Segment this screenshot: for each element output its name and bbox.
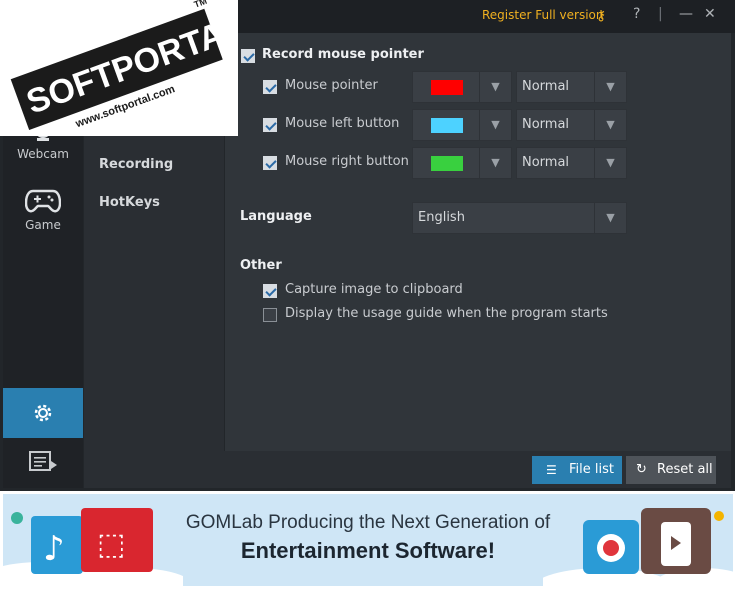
key-icon[interactable]: ⚷ — [596, 8, 606, 24]
softportal-logo: SOFTPORTAL www.softportal.com TM — [0, 0, 249, 136]
reset-all-button[interactable]: ↻ Reset all — [626, 456, 716, 484]
sidebar-item-label: Game — [25, 218, 61, 232]
select-value: Normal — [522, 155, 570, 170]
mouse-right-button-color-select[interactable]: ▼ — [412, 147, 512, 179]
mouse-left-button-size-select[interactable]: Normal ▼ — [516, 109, 627, 141]
mouse-right-button-label: Mouse right button — [285, 154, 409, 169]
minimize-button[interactable]: — — [679, 6, 693, 22]
select-value: Normal — [522, 117, 570, 132]
banner-left-art: ♪ ⬚ — [3, 494, 193, 586]
softportal-watermark: SOFTPORTAL www.softportal.com TM — [0, 0, 249, 136]
usage-guide-label: Display the usage guide when the program… — [285, 306, 608, 321]
promo-banner[interactable]: ♪ ⬚ GOMLab Producing the Next Generation… — [3, 494, 733, 586]
language-select[interactable]: English ▼ — [412, 202, 627, 234]
nav-item-recording[interactable]: Recording — [99, 157, 173, 172]
chevron-down-icon: ▼ — [594, 110, 626, 140]
separator: | — [658, 6, 663, 22]
list-icon: ☰ — [546, 463, 557, 477]
chevron-down-icon: ▼ — [594, 72, 626, 102]
sidebar-item-game[interactable]: Game — [3, 188, 83, 232]
settings-content: Record mouse pointer Mouse pointer ▼ Nor… — [225, 33, 731, 451]
other-label: Other — [240, 258, 282, 273]
record-mouse-pointer-label: Record mouse pointer — [262, 47, 424, 62]
mouse-right-button-size-select[interactable]: Normal ▼ — [516, 147, 627, 179]
file-list-label: File list — [569, 462, 614, 477]
chevron-down-icon: ▼ — [479, 110, 511, 140]
register-full-version-link[interactable]: Register Full version — [482, 8, 604, 22]
language-label: Language — [240, 209, 312, 224]
chevron-down-icon: ▼ — [594, 148, 626, 178]
color-swatch — [431, 156, 463, 171]
mouse-pointer-checkbox[interactable] — [263, 80, 277, 94]
svg-text:♪: ♪ — [43, 529, 65, 569]
mouse-left-button-label: Mouse left button — [285, 116, 400, 131]
sidebar-item-label: Webcam — [17, 147, 69, 161]
reset-all-label: Reset all — [657, 462, 713, 477]
gamepad-icon — [25, 189, 61, 213]
banner-line2: Entertainment Software! — [240, 538, 496, 563]
playlist-icon — [29, 451, 57, 471]
sidebar-item-playlist[interactable] — [3, 443, 83, 483]
svg-text:⬚: ⬚ — [97, 527, 125, 562]
color-swatch — [431, 80, 463, 95]
sidebar-item-settings[interactable] — [3, 388, 83, 438]
color-swatch — [431, 118, 463, 133]
file-list-button[interactable]: ☰ File list — [532, 456, 622, 484]
select-value: English — [418, 210, 465, 225]
usage-guide-checkbox[interactable] — [263, 308, 277, 322]
mouse-left-button-color-select[interactable]: ▼ — [412, 109, 512, 141]
capture-clipboard-label: Capture image to clipboard — [285, 282, 463, 297]
mouse-left-button-checkbox[interactable] — [263, 118, 277, 132]
reset-icon: ↻ — [636, 462, 647, 477]
nav-item-hotkeys[interactable]: HotKeys — [99, 195, 160, 210]
mouse-pointer-color-select[interactable]: ▼ — [412, 71, 512, 103]
banner-right-art — [533, 494, 733, 586]
select-value: Normal — [522, 79, 570, 94]
chevron-down-icon: ▼ — [594, 203, 626, 233]
mouse-right-button-checkbox[interactable] — [263, 156, 277, 170]
banner-line1: GOMLab Producing the Next Generation of — [185, 512, 551, 533]
bottom-bar: ☰ File list ↻ Reset all — [84, 451, 731, 488]
close-button[interactable]: ✕ — [704, 6, 716, 22]
capture-clipboard-checkbox[interactable] — [263, 284, 277, 298]
mouse-pointer-label: Mouse pointer — [285, 78, 378, 93]
help-button[interactable]: ? — [633, 6, 640, 22]
mouse-pointer-size-select[interactable]: Normal ▼ — [516, 71, 627, 103]
gear-icon — [34, 404, 52, 422]
chevron-down-icon: ▼ — [479, 148, 511, 178]
chevron-down-icon: ▼ — [479, 72, 511, 102]
record-mouse-pointer-checkbox[interactable] — [241, 49, 255, 63]
